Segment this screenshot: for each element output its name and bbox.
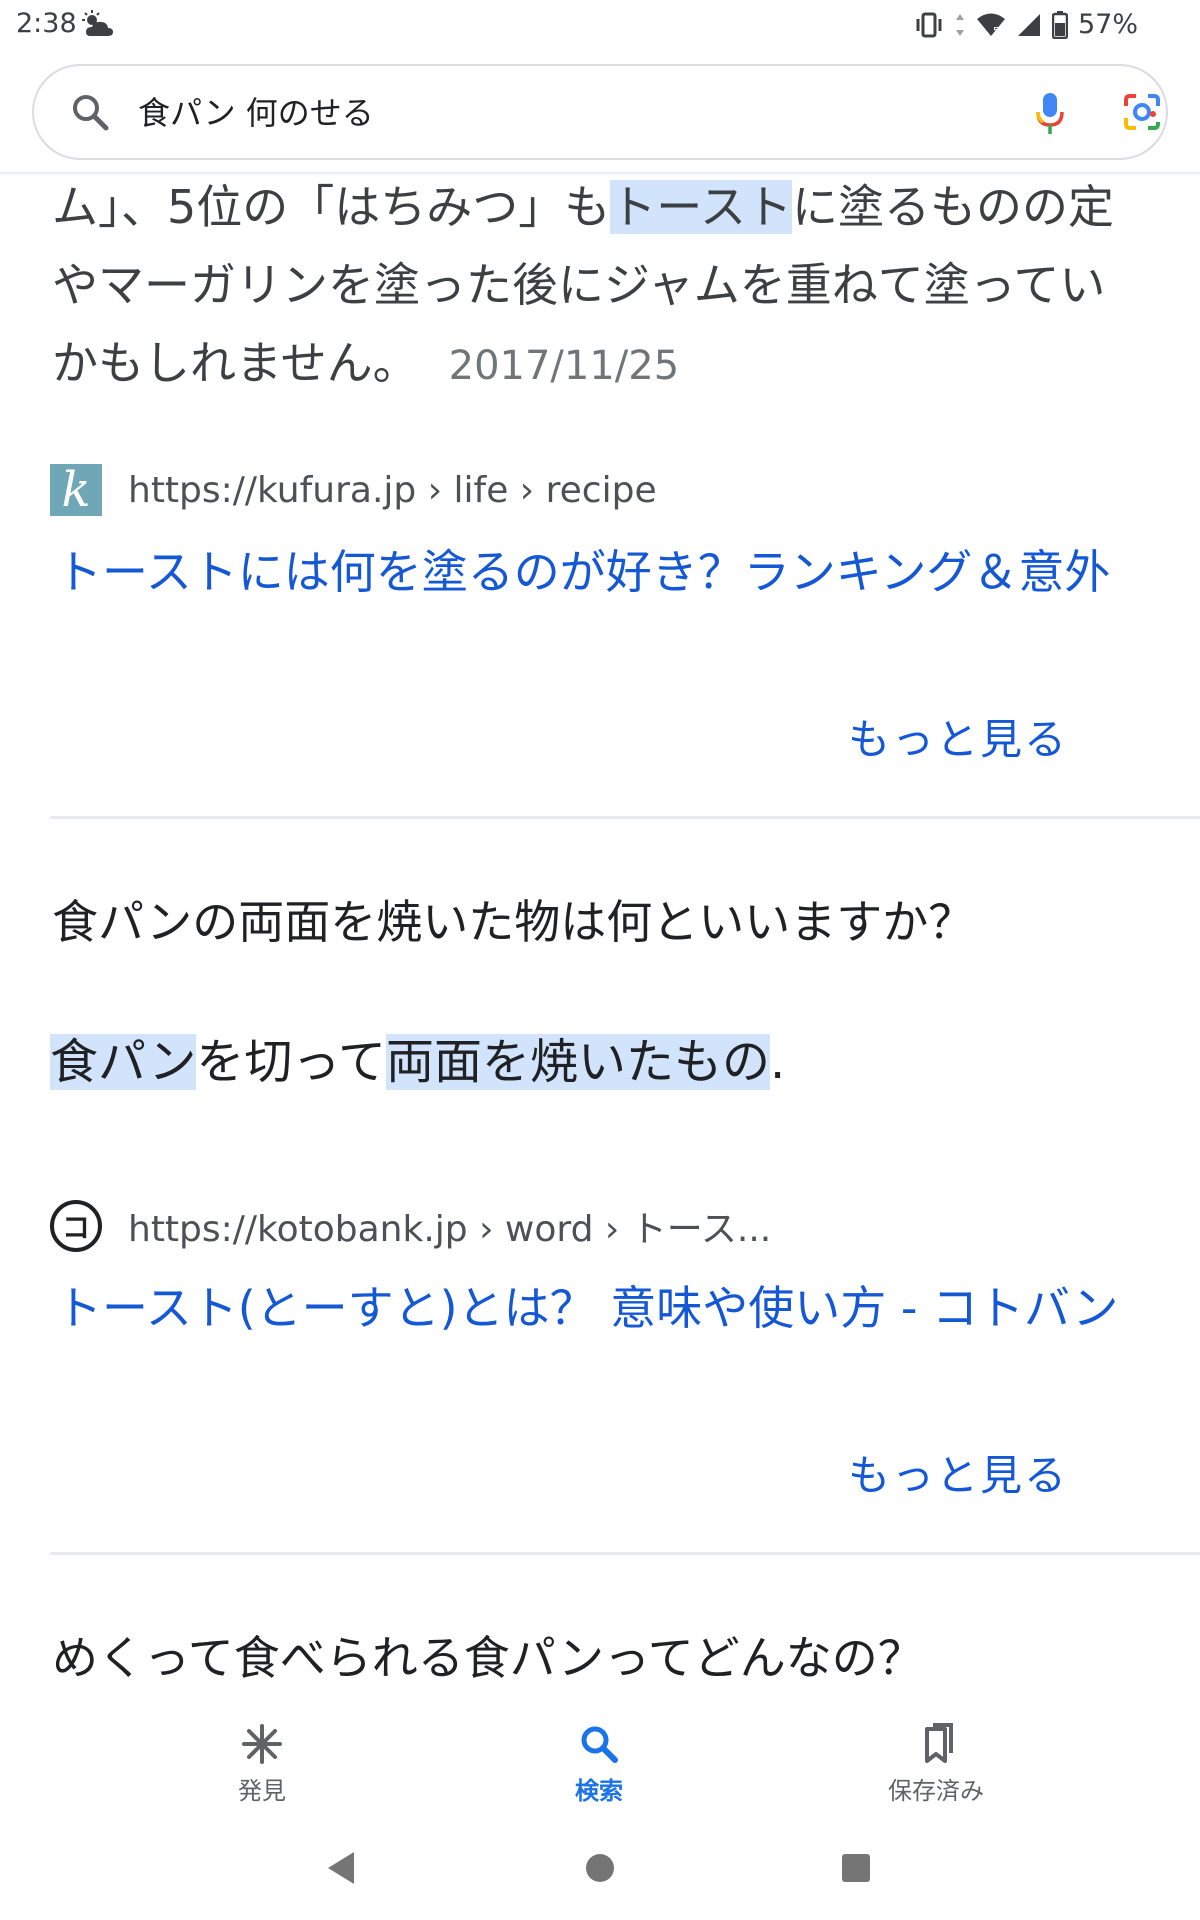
mic-icon[interactable] [1034,92,1066,140]
results-content[interactable]: ム」、5位の「はちみつ」もトーストに塗るものの定 やマーガリンを塗った後にジャム… [0,176,1200,1709]
nav-search-label: 検索 [575,1777,623,1805]
result2-url[interactable]: https://kotobank.jp › word › トース... [128,1200,771,1252]
result1-more-button[interactable]: もっと見る [848,706,1068,767]
result2-more-button[interactable]: もっと見る [848,1442,1068,1503]
data-arrows-icon [954,12,966,38]
battery-percent: 57% [1077,9,1138,40]
home-icon[interactable] [584,1850,616,1890]
system-nav-bar [0,1820,1200,1920]
result2-source[interactable]: コ https://kotobank.jp › word › トース... [50,1198,771,1254]
snippet-line1-end: に塗るものの定 [791,180,1114,234]
weather-icon [82,10,116,47]
answer-end: . [770,1034,786,1090]
snippet-date: 2017/11/25 [448,343,680,389]
nav-discover[interactable]: 発見 [162,1723,362,1806]
answer-highlight-2: 両面を焼いたもの [386,1034,771,1090]
status-icons: 5 57% [914,9,1138,40]
snippet-highlight: トースト [610,180,792,234]
wifi-icon: 5 [976,12,1006,38]
result1-source[interactable]: k https://kufura.jp › life › recipe [50,462,657,518]
svg-text:5: 5 [993,26,999,37]
answer-highlight-1: 食パン [50,1034,197,1090]
recents-icon[interactable] [840,1850,872,1890]
result1-title[interactable]: トーストには何を塗るのが好き？ランキング＆意外 [56,536,1110,602]
nav-search[interactable]: 検索 [499,1723,699,1806]
signal-icon [1016,12,1042,38]
lens-icon[interactable] [1122,92,1162,136]
divider [50,1552,1200,1555]
asterisk-icon [162,1723,362,1765]
nav-saved[interactable]: 保存済み [836,1723,1036,1806]
back-icon[interactable] [326,1850,358,1890]
snippet-line2: やマーガリンを塗った後にジャムを重ねて塗ってい [52,258,1106,312]
vibrate-icon [914,12,944,38]
nav-saved-label: 保存済み [888,1777,984,1805]
question1-answer: 食パンを切って両面を焼いたもの. [50,1030,785,1094]
question2-text[interactable]: めくって食べられる食パンってどんなの？ [52,1622,924,1688]
nav-discover-label: 発見 [238,1777,286,1805]
snippet-line3: かもしれません。 [52,336,419,390]
search-input[interactable] [138,92,838,130]
search-icon [499,1723,699,1765]
question1-text[interactable]: 食パンの両面を焼いた物は何といいますか？ [52,886,974,952]
bottom-nav: 発見 検索 保存済み [0,1710,1200,1820]
result-snippet: ム」、5位の「はちみつ」もトーストに塗るものの定 やマーガリンを塗った後にジャム… [52,176,1200,405]
search-icon[interactable] [70,92,110,136]
divider [50,816,1200,819]
snippet-line1-start: ム」、5位の「はちみつ」も [52,180,611,234]
search-bar[interactable] [32,64,1168,160]
status-time: 2:38 [16,8,77,39]
kotobank-favicon: コ [50,1200,102,1252]
answer-middle: を切って [196,1034,387,1090]
result2-title[interactable]: トースト(とーすと)とは？ 意味や使い方 - コトバン [56,1272,1118,1338]
battery-icon [1051,10,1068,39]
kufura-favicon: k [50,464,102,516]
status-bar: 2:38 5 57% [0,0,1200,52]
result1-url[interactable]: https://kufura.jp › life › recipe [128,470,657,511]
bookmarks-icon [836,1723,1036,1765]
